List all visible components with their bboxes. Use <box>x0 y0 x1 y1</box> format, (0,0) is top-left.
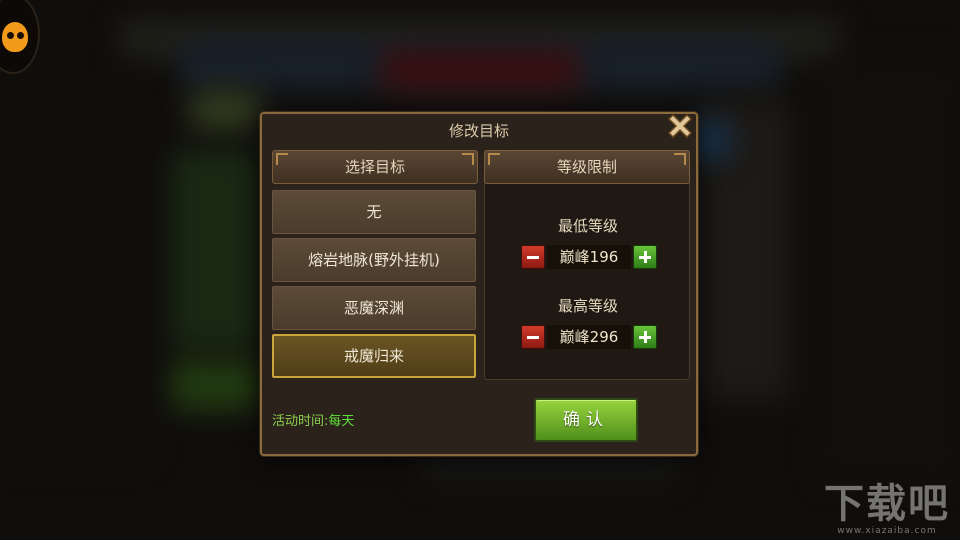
level-panel-title: 等级限制 <box>556 158 617 176</box>
target-panel-title: 选择目标 <box>344 158 405 176</box>
watermark-site: www.xiazaiba.com <box>837 526 937 536</box>
target-option-demon-return[interactable]: 戒魔归来 <box>272 334 476 378</box>
activity-time-label: 活动时间: <box>272 414 329 429</box>
target-list: 无 熔岩地脉(野外挂机) 恶魔深渊 戒魔归来 <box>272 190 478 382</box>
dialog-title: 修改目标 <box>448 122 509 140</box>
target-panel-header: 选择目标 <box>272 150 478 184</box>
confirm-button[interactable]: 确认 <box>534 398 638 442</box>
activity-time-value: 每天 <box>328 414 355 429</box>
min-level-block: 最低等级 巅峰196 <box>485 215 691 271</box>
max-level-block: 最高等级 巅峰296 <box>485 295 691 351</box>
modify-target-dialog: 修改目标 选择目标 无 熔岩地脉(野外挂机) 恶魔深渊 戒魔归来 等级限制 最低… <box>260 112 698 456</box>
max-level-value: 巅峰296 <box>547 325 631 349</box>
minus-icon <box>527 336 539 339</box>
watermark: 下载吧 www.xiazaiba.com <box>824 482 950 536</box>
watermark-logo-text: 下载吧 <box>824 481 950 527</box>
min-level-stepper: 巅峰196 <box>485 243 691 271</box>
max-level-decrease-button[interactable] <box>521 325 545 349</box>
target-option-lava-vein[interactable]: 熔岩地脉(野外挂机) <box>272 238 476 282</box>
max-level-increase-button[interactable] <box>633 325 657 349</box>
max-level-stepper: 巅峰296 <box>485 323 691 351</box>
pet-face-icon <box>2 22 28 52</box>
minus-icon <box>527 256 539 259</box>
close-icon[interactable] <box>662 110 698 146</box>
min-level-title: 最低等级 <box>557 217 618 235</box>
level-panel-header: 等级限制 <box>484 150 690 184</box>
activity-time: 活动时间:每天 <box>272 410 354 429</box>
level-limit-panel: 等级限制 最低等级 巅峰196 最高等级 巅峰296 <box>484 150 690 380</box>
target-option-demon-abyss[interactable]: 恶魔深渊 <box>272 286 476 330</box>
min-level-value: 巅峰196 <box>547 245 631 269</box>
target-panel: 选择目标 无 熔岩地脉(野外挂机) 恶魔深渊 戒魔归来 <box>272 150 478 380</box>
min-level-decrease-button[interactable] <box>521 245 545 269</box>
min-level-increase-button[interactable] <box>633 245 657 269</box>
target-option-none[interactable]: 无 <box>272 190 476 234</box>
max-level-title: 最高等级 <box>557 297 618 315</box>
